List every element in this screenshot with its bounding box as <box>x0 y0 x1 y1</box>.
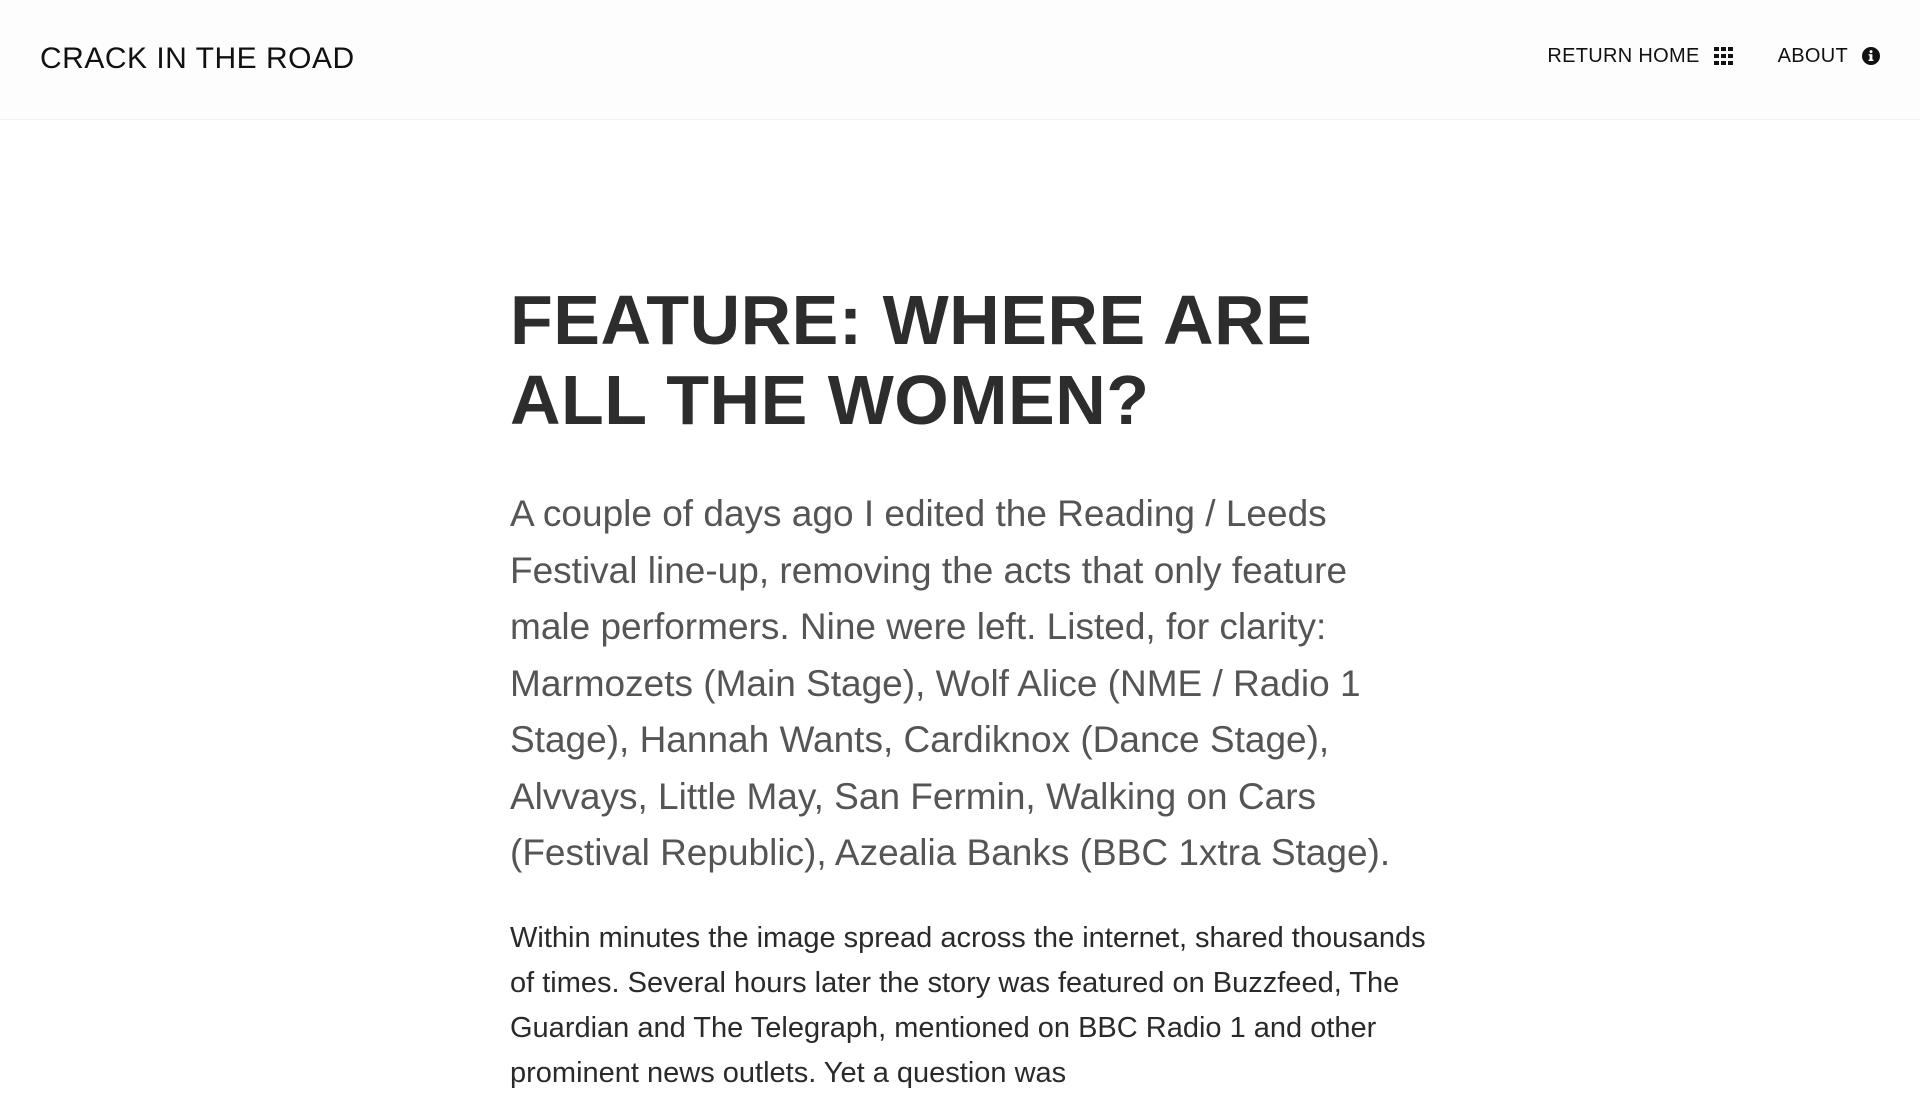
article-body-paragraph: Within minutes the image spread across t… <box>510 921 1426 1089</box>
info-icon <box>1862 47 1880 65</box>
site-header: CRACK IN THE ROAD RETURN HOME ABOUT <box>0 0 1920 120</box>
about-link[interactable]: ABOUT <box>1778 44 1880 68</box>
site-logo-link[interactable]: CRACK IN THE ROAD <box>40 39 355 79</box>
article-title: FEATURE: WHERE ARE ALL THE WOMEN? <box>510 281 1313 439</box>
return-home-label: RETURN HOME <box>1547 45 1700 67</box>
article: FEATURE: WHERE ARE ALL THE WOMEN? A coup… <box>510 280 1430 1096</box>
return-home-link[interactable]: RETURN HOME <box>1547 44 1733 68</box>
main-nav: RETURN HOME ABOUT <box>1547 44 1880 68</box>
article-lede: A couple of days ago I edited the Readin… <box>510 493 1391 873</box>
about-label: ABOUT <box>1777 45 1848 67</box>
grid-icon <box>1713 47 1733 65</box>
